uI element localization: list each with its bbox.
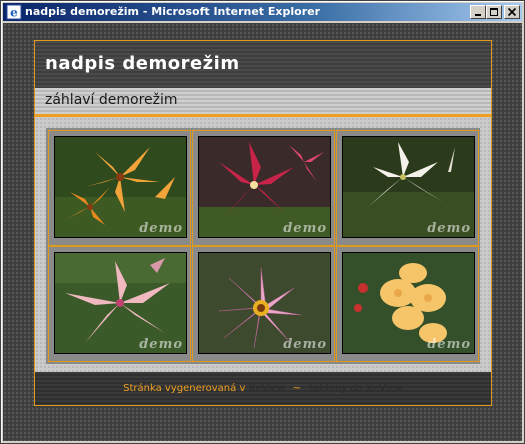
demo-watermark: demo [139,337,183,352]
minimize-button[interactable] [470,5,486,19]
thumbnail-image[interactable]: demo [342,136,475,238]
maximize-icon [490,8,498,16]
thumbnail-cell[interactable]: demo [192,246,335,362]
xnview-link[interactable]: XnView [249,383,286,394]
thumbnail-gallery: demo demo demo demo demo demo [35,117,491,372]
close-icon [507,7,517,17]
internet-explorer-icon: e [6,4,22,20]
demo-watermark: demo [427,221,471,236]
thumbnail-cell[interactable]: demo [48,246,191,362]
thumbnail-image[interactable]: demo [342,252,475,354]
demo-watermark: demo [283,337,327,352]
footer-prefix: Stránka vygenerovaná v [123,383,246,394]
thumbnail-image[interactable]: demo [54,136,187,238]
thumbnail-image[interactable]: demo [54,252,187,354]
window-title: nadpis demorežim - Microsoft Internet Ex… [25,5,321,18]
thumbnail-grid: demo demo demo demo demo demo [46,128,480,364]
thumbnail-cell[interactable]: demo [192,130,335,246]
demo-watermark: demo [283,221,327,236]
title-bar[interactable]: e nadpis demorežim - Microsoft Internet … [3,3,522,21]
page-title: nadpis demorežim [45,53,240,74]
maximize-button[interactable] [486,5,502,19]
svg-text:e: e [10,6,18,20]
footer-separator: ~ [292,383,302,394]
demo-watermark: demo [427,337,471,352]
minimize-icon [475,14,481,16]
site-footer: Stránka vygenerovaná v XnView ~ šablony … [35,372,491,405]
site-header: nadpis demorežim [35,41,491,89]
browser-window: e nadpis demorežim - Microsoft Internet … [0,0,525,444]
thumbnail-cell[interactable]: demo [336,130,479,246]
footer-text: Stránka vygenerovaná v XnView ~ šablony … [35,383,491,394]
thumbnail-image[interactable]: demo [198,136,331,238]
subheader-text: záhlaví demorežim [45,92,178,108]
thumbnail-image[interactable]: demo [198,252,331,354]
thumbnail-cell[interactable]: demo [48,130,191,246]
page-viewport: nadpis demorežim záhlaví demorežim demo … [3,23,522,441]
thumbnail-cell[interactable]: demo [336,246,479,362]
close-button[interactable] [504,5,520,19]
demo-watermark: demo [139,221,183,236]
subheader-bar: záhlaví demorežim [35,88,491,114]
templates-link[interactable]: šablony do XnView [308,383,403,394]
